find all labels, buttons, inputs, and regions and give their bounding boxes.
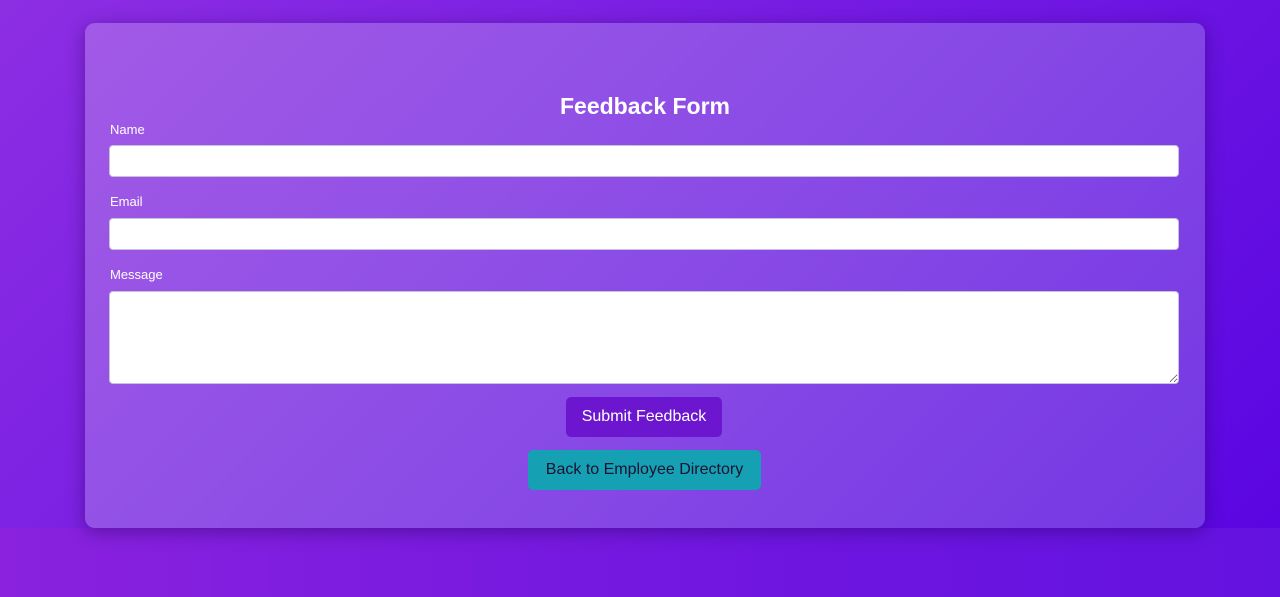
- message-textarea[interactable]: [109, 291, 1179, 384]
- feedback-card: Feedback Form Name Email Message Submit …: [85, 23, 1205, 528]
- page-title: Feedback Form: [560, 93, 730, 119]
- name-label: Name: [110, 122, 145, 137]
- submit-feedback-button[interactable]: Submit Feedback: [566, 397, 722, 437]
- back-to-directory-button[interactable]: Back to Employee Directory: [528, 450, 761, 490]
- page-footer-band: [0, 528, 1280, 597]
- message-label: Message: [110, 267, 163, 282]
- name-input[interactable]: [109, 145, 1179, 177]
- email-label: Email: [110, 194, 143, 209]
- email-input[interactable]: [109, 218, 1179, 250]
